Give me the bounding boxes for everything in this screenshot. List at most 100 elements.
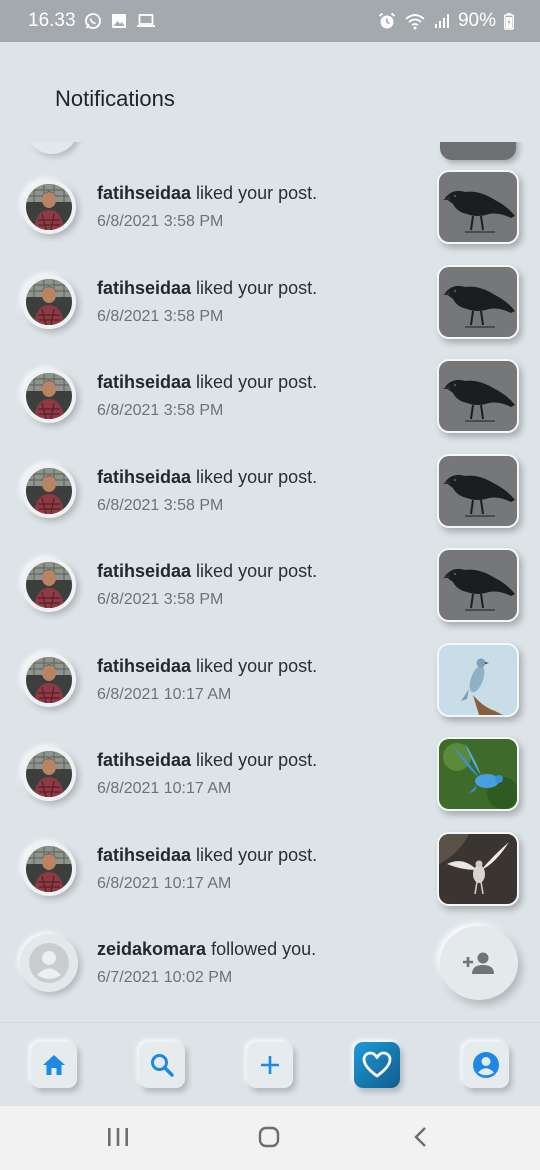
add-icon bbox=[261, 1056, 279, 1074]
recent-apps-button[interactable] bbox=[106, 1126, 130, 1148]
notification-text: fatihseidaa liked your post. 6/8/2021 10:… bbox=[97, 656, 317, 704]
notification-row[interactable]: fatihseidaa liked your post. 6/8/2021 3:5… bbox=[0, 160, 540, 254]
back-icon bbox=[414, 1127, 426, 1147]
post-thumbnail[interactable] bbox=[437, 737, 519, 811]
gallery-icon bbox=[110, 12, 128, 30]
home-icon bbox=[43, 1055, 65, 1075]
username[interactable]: fatihseidaa bbox=[97, 278, 191, 298]
notification-message: zeidakomara followed you. bbox=[97, 939, 316, 960]
notification-text: fatihseidaa liked your post. 6/8/2021 10:… bbox=[97, 750, 317, 798]
status-time: 16.33 bbox=[28, 10, 76, 31]
notification-message: fatihseidaa liked your post. bbox=[97, 561, 317, 582]
add-person-icon bbox=[463, 952, 494, 974]
notification-timestamp: 6/8/2021 3:58 PM bbox=[97, 591, 224, 608]
notification-message: fatihseidaa liked your post. bbox=[97, 278, 317, 299]
username[interactable]: fatihseidaa bbox=[97, 372, 191, 392]
username[interactable]: fatihseidaa bbox=[97, 183, 191, 203]
avatar[interactable] bbox=[22, 274, 76, 329]
notification-timestamp: 6/8/2021 3:58 PM bbox=[97, 307, 224, 325]
battery-icon bbox=[504, 12, 514, 30]
post-thumbnail[interactable] bbox=[437, 453, 519, 528]
avatar[interactable] bbox=[22, 463, 76, 518]
notification-timestamp: 6/8/2021 3:58 PM bbox=[97, 213, 224, 230]
bottom-nav bbox=[0, 1022, 540, 1106]
notification-action: liked your post. bbox=[191, 372, 318, 392]
notification-timestamp: 6/8/2021 10:17 AM bbox=[97, 874, 232, 892]
heart-icon bbox=[362, 1051, 392, 1078]
post-thumbnail[interactable] bbox=[437, 548, 519, 622]
notification-timestamp: 6/8/2021 10:17 AM bbox=[97, 685, 232, 703]
notification-message: fatihseidaa liked your post. bbox=[97, 656, 317, 677]
wifi-icon bbox=[404, 12, 426, 30]
avatar[interactable] bbox=[22, 841, 76, 896]
signal-icon bbox=[434, 12, 450, 30]
nav-notifications-button[interactable] bbox=[354, 1042, 400, 1088]
status-bar: 16.33 90% bbox=[0, 0, 540, 42]
username[interactable]: zeidakomara bbox=[97, 939, 206, 959]
whatsapp-icon bbox=[84, 12, 102, 30]
avatar[interactable] bbox=[22, 747, 76, 801]
status-right: 90% bbox=[378, 10, 514, 32]
notification-timestamp: 6/7/2021 10:02 PM bbox=[97, 969, 233, 986]
avatar[interactable] bbox=[22, 652, 76, 707]
avatar[interactable] bbox=[22, 369, 76, 423]
notification-row[interactable]: fatihseidaa liked your post. 6/8/2021 3:5… bbox=[0, 255, 540, 349]
nav-profile-button[interactable] bbox=[463, 1042, 509, 1088]
notification-message: fatihseidaa liked your post. bbox=[97, 750, 317, 771]
post-thumbnail[interactable] bbox=[437, 359, 519, 433]
notification-timestamp: 6/8/2021 10:17 AM bbox=[97, 780, 232, 797]
notification-action: liked your post. bbox=[191, 844, 318, 865]
follow-back-button[interactable] bbox=[440, 926, 518, 1000]
notification-row[interactable]: fatihseidaa liked your post. 6/8/2021 10:… bbox=[0, 727, 540, 821]
username[interactable]: fatihseidaa bbox=[97, 845, 191, 865]
home-system-button[interactable] bbox=[257, 1126, 281, 1148]
notification-row[interactable]: fatihseidaa liked your post. 6/8/2021 3:5… bbox=[0, 538, 540, 632]
avatar bbox=[26, 142, 78, 154]
post-thumbnail[interactable] bbox=[437, 264, 519, 339]
nav-search-button[interactable] bbox=[139, 1042, 185, 1088]
notification-row[interactable]: fatihseidaa liked your post. 6/8/2021 10:… bbox=[0, 633, 540, 727]
battery-level: 90% bbox=[457, 10, 496, 31]
status-left: 16.33 bbox=[28, 10, 156, 32]
username[interactable]: fatihseidaa bbox=[97, 467, 191, 487]
notification-message: fatihseidaa liked your post. bbox=[97, 845, 317, 866]
nav-add-button[interactable] bbox=[247, 1042, 293, 1088]
notification-action: liked your post. bbox=[191, 466, 318, 487]
home-circle-icon bbox=[258, 1126, 280, 1148]
page-title: Notifications bbox=[55, 86, 175, 111]
notification-message: fatihseidaa liked your post. bbox=[97, 467, 317, 488]
notification-action: liked your post. bbox=[191, 750, 318, 770]
notification-text: zeidakomara followed you. 6/7/2021 10:02 … bbox=[97, 939, 316, 987]
laptop-icon bbox=[136, 12, 156, 30]
post-thumbnail[interactable] bbox=[437, 642, 519, 717]
back-button[interactable] bbox=[410, 1126, 432, 1148]
notification-row[interactable]: zeidakomara followed you. 6/7/2021 10:02 … bbox=[0, 916, 540, 1010]
notification-text: fatihseidaa liked your post. 6/8/2021 3:5… bbox=[97, 183, 317, 231]
alarm-icon bbox=[378, 12, 396, 30]
avatar[interactable] bbox=[22, 558, 76, 612]
notification-text: fatihseidaa liked your post. 6/8/2021 10:… bbox=[97, 845, 317, 893]
notification-message: fatihseidaa liked your post. bbox=[97, 372, 317, 393]
notification-action: liked your post. bbox=[191, 655, 318, 676]
username[interactable]: fatihseidaa bbox=[97, 750, 191, 770]
profile-icon bbox=[473, 1052, 499, 1078]
username[interactable]: fatihseidaa bbox=[97, 561, 191, 581]
notification-list[interactable]: fatihseidaa liked your post. 6/8/2021 3:5… bbox=[0, 142, 540, 1022]
notification-action: followed you. bbox=[206, 939, 317, 959]
post-thumbnail[interactable] bbox=[437, 831, 519, 906]
notification-row[interactable]: fatihseidaa liked your post. 6/8/2021 10:… bbox=[0, 822, 540, 916]
notification-message: fatihseidaa liked your post. bbox=[97, 183, 317, 204]
notification-text: fatihseidaa liked your post. 6/8/2021 3:5… bbox=[97, 372, 317, 420]
partially-hidden-row bbox=[0, 142, 540, 162]
username[interactable]: fatihseidaa bbox=[97, 656, 191, 676]
notification-action: liked your post. bbox=[191, 277, 318, 298]
notification-action: liked your post. bbox=[191, 561, 318, 581]
notification-row[interactable]: fatihseidaa liked your post. 6/8/2021 3:5… bbox=[0, 444, 540, 538]
notification-row[interactable]: fatihseidaa liked your post. 6/8/2021 3:5… bbox=[0, 349, 540, 443]
recent-apps-icon bbox=[108, 1128, 128, 1146]
notification-action: liked your post. bbox=[191, 183, 318, 203]
post-thumbnail[interactable] bbox=[437, 170, 519, 244]
avatar[interactable] bbox=[20, 934, 78, 992]
avatar[interactable] bbox=[22, 180, 76, 234]
nav-home-button[interactable] bbox=[31, 1042, 77, 1088]
